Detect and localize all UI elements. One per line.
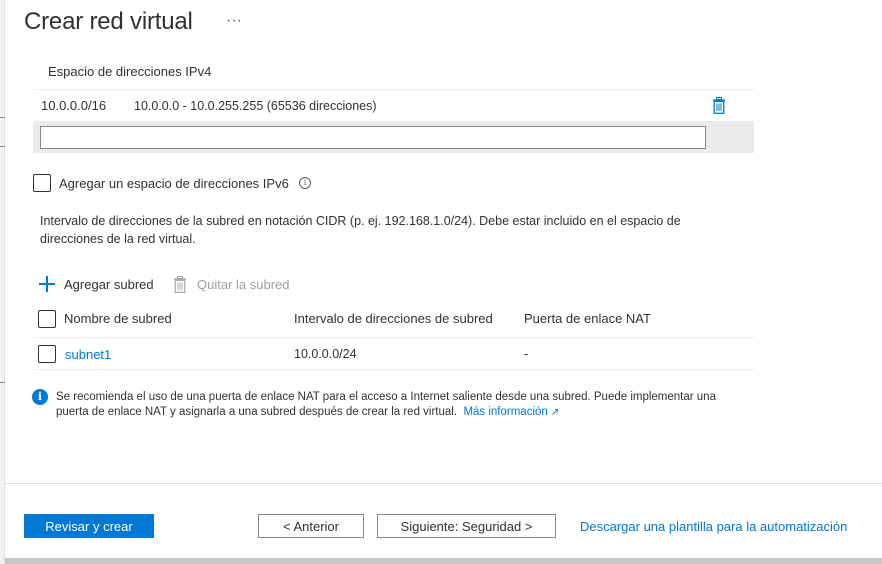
subnet-range-cell: 10.0.0.0/24: [294, 347, 357, 361]
divider: [33, 89, 754, 90]
trash-icon: [174, 276, 186, 293]
divider: [33, 369, 754, 370]
ipv4-header: Espacio de direcciones IPv4: [48, 64, 212, 79]
column-header-nat[interactable]: Puerta de enlace NAT: [524, 311, 651, 326]
divider: [33, 337, 754, 338]
more-options-icon[interactable]: ···: [226, 12, 242, 30]
select-all-checkbox[interactable]: [38, 310, 56, 328]
ipv4-cidr: 10.0.0.0/16: [41, 98, 107, 113]
next-security-button[interactable]: Siguiente: Seguridad >: [377, 514, 556, 538]
subnet-description: Intervalo de direcciones de la subred en…: [40, 214, 681, 246]
left-panel-mark: [0, 382, 5, 383]
column-header-name[interactable]: Nombre de subred: [64, 311, 172, 326]
left-panel-mark: [0, 146, 5, 147]
horizontal-scrollbar[interactable]: [5, 558, 882, 564]
nat-info-message: Se recomienda el uso de una puerta de en…: [56, 390, 746, 420]
external-link-icon: ↗: [550, 407, 560, 418]
remove-subnet-label: Quitar la subred: [197, 277, 290, 292]
ipv6-checkbox[interactable]: [33, 174, 51, 192]
subnet-row-checkbox[interactable]: [38, 345, 56, 363]
delete-address-space-icon[interactable]: [712, 97, 726, 114]
info-icon[interactable]: i: [299, 177, 311, 189]
plus-icon: [39, 276, 55, 292]
address-space-input[interactable]: [40, 126, 706, 149]
column-header-range[interactable]: Intervalo de direcciones de subred: [294, 311, 493, 326]
previous-button[interactable]: < Anterior: [258, 514, 364, 538]
info-circle-icon: i: [32, 389, 48, 405]
new-address-space-row: [33, 121, 754, 153]
more-info-link[interactable]: Más información: [463, 406, 547, 418]
left-panel-mark: [0, 117, 5, 118]
review-create-button[interactable]: Revisar y crear: [24, 514, 154, 538]
download-template-link[interactable]: Descargar una plantilla para la automati…: [580, 519, 847, 534]
ipv6-label[interactable]: Agregar un espacio de direcciones IPv6: [59, 176, 289, 191]
ipv4-range: 10.0.0.0 - 10.0.255.255 (65536 direccion…: [134, 99, 377, 113]
subnet-name-link[interactable]: subnet1: [65, 347, 111, 362]
footer-divider: [5, 483, 882, 484]
left-panel-edge: [0, 0, 5, 564]
page-title: Crear red virtual: [24, 8, 193, 35]
nat-info-text: Se recomienda el uso de una puerta de en…: [56, 391, 716, 418]
add-subnet-label: Agregar subred: [64, 277, 154, 292]
subnet-nat-cell: -: [524, 347, 529, 361]
